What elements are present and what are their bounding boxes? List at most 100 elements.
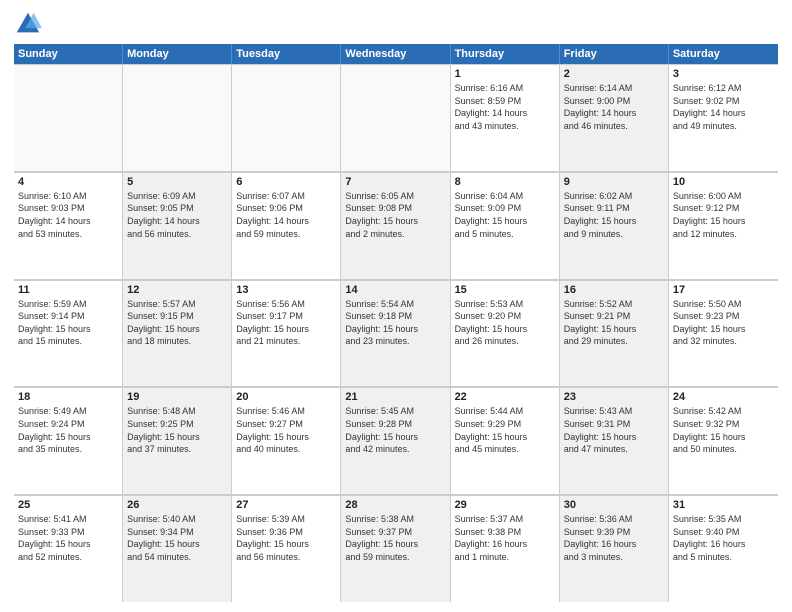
day-info: Sunrise: 5:36 AMSunset: 9:39 PMDaylight:… bbox=[564, 513, 664, 563]
day-cell-18: 18Sunrise: 5:49 AMSunset: 9:24 PMDayligh… bbox=[14, 387, 123, 494]
day-info: Sunrise: 6:07 AMSunset: 9:06 PMDaylight:… bbox=[236, 190, 336, 240]
day-info: Sunrise: 5:52 AMSunset: 9:21 PMDaylight:… bbox=[564, 298, 664, 348]
day-cell-17: 17 Sunrise: 5:50 AMSunset: 9:23 PMDayligh… bbox=[669, 280, 778, 387]
day-info: Sunrise: 5:39 AMSunset: 9:36 PMDaylight:… bbox=[236, 513, 336, 563]
calendar-body: 1Sunrise: 6:16 AMSunset: 8:59 PMDaylight… bbox=[14, 64, 778, 602]
day-number: 16 bbox=[564, 284, 664, 296]
empty-cell-w0d0 bbox=[14, 64, 123, 171]
day-cell-29: 29 Sunrise: 5:37 AMSunset: 9:38 PMDayligh… bbox=[451, 495, 560, 602]
weekday-header-friday: Friday bbox=[560, 44, 669, 64]
day-cell-22: 22 Sunrise: 5:44 AMSunset: 9:29 PMDayligh… bbox=[451, 387, 560, 494]
day-number: 12 bbox=[127, 284, 227, 296]
day-info: Sunrise: 5:43 AMSunset: 9:31 PMDaylight:… bbox=[564, 405, 664, 455]
day-cell-6: 6 Sunrise: 6:07 AMSunset: 9:06 PMDaylight… bbox=[232, 172, 341, 279]
day-info: Sunrise: 5:35 AMSunset: 9:40 PMDaylight:… bbox=[673, 513, 774, 563]
day-cell-20: 20Sunrise: 5:46 AMSunset: 9:27 PMDayligh… bbox=[232, 387, 341, 494]
day-info: Sunrise: 5:42 AMSunset: 9:32 PMDaylight:… bbox=[673, 405, 774, 455]
day-cell-2: 2Sunrise: 6:14 AMSunset: 9:00 PMDaylight… bbox=[560, 64, 669, 171]
day-number: 21 bbox=[345, 391, 445, 403]
day-info: Sunrise: 5:44 AMSunset: 9:29 PMDaylight:… bbox=[455, 405, 555, 455]
weekday-header-wednesday: Wednesday bbox=[341, 44, 450, 64]
day-cell-30: 30 Sunrise: 5:36 AMSunset: 9:39 PMDayligh… bbox=[560, 495, 669, 602]
day-number: 22 bbox=[455, 391, 555, 403]
day-info: Sunrise: 5:48 AMSunset: 9:25 PMDaylight:… bbox=[127, 405, 227, 455]
calendar-header: SundayMondayTuesdayWednesdayThursdayFrid… bbox=[14, 44, 778, 64]
day-info: Sunrise: 5:57 AMSunset: 9:15 PMDaylight:… bbox=[127, 298, 227, 348]
empty-cell-w0d3 bbox=[341, 64, 450, 171]
day-number: 26 bbox=[127, 499, 227, 511]
day-cell-11: 11Sunrise: 5:59 AMSunset: 9:14 PMDayligh… bbox=[14, 280, 123, 387]
day-number: 14 bbox=[345, 284, 445, 296]
day-cell-24: 24 Sunrise: 5:42 AMSunset: 9:32 PMDayligh… bbox=[669, 387, 778, 494]
calendar-week-4: 18Sunrise: 5:49 AMSunset: 9:24 PMDayligh… bbox=[14, 387, 778, 495]
day-info: Sunrise: 6:14 AMSunset: 9:00 PMDaylight:… bbox=[564, 82, 664, 132]
day-number: 9 bbox=[564, 176, 664, 188]
day-cell-12: 12 Sunrise: 5:57 AMSunset: 9:15 PMDayligh… bbox=[123, 280, 232, 387]
day-info: Sunrise: 5:40 AMSunset: 9:34 PMDaylight:… bbox=[127, 513, 227, 563]
day-number: 10 bbox=[673, 176, 774, 188]
day-cell-5: 5 Sunrise: 6:09 AMSunset: 9:05 PMDaylight… bbox=[123, 172, 232, 279]
day-cell-3: 3 Sunrise: 6:12 AMSunset: 9:02 PMDaylight… bbox=[669, 64, 778, 171]
day-number: 25 bbox=[18, 499, 118, 511]
day-info: Sunrise: 5:50 AMSunset: 9:23 PMDaylight:… bbox=[673, 298, 774, 348]
day-number: 11 bbox=[18, 284, 118, 296]
day-info: Sunrise: 5:54 AMSunset: 9:18 PMDaylight:… bbox=[345, 298, 445, 348]
day-number: 6 bbox=[236, 176, 336, 188]
calendar-week-5: 25 Sunrise: 5:41 AMSunset: 9:33 PMDayligh… bbox=[14, 495, 778, 602]
day-info: Sunrise: 6:12 AMSunset: 9:02 PMDaylight:… bbox=[673, 82, 774, 132]
day-cell-23: 23 Sunrise: 5:43 AMSunset: 9:31 PMDayligh… bbox=[560, 387, 669, 494]
day-cell-26: 26 Sunrise: 5:40 AMSunset: 9:34 PMDayligh… bbox=[123, 495, 232, 602]
day-cell-19: 19 Sunrise: 5:48 AMSunset: 9:25 PMDayligh… bbox=[123, 387, 232, 494]
day-cell-1: 1Sunrise: 6:16 AMSunset: 8:59 PMDaylight… bbox=[451, 64, 560, 171]
day-cell-13: 13 Sunrise: 5:56 AMSunset: 9:17 PMDayligh… bbox=[232, 280, 341, 387]
day-number: 8 bbox=[455, 176, 555, 188]
weekday-header-monday: Monday bbox=[123, 44, 232, 64]
weekday-header-sunday: Sunday bbox=[14, 44, 123, 64]
weekday-header-thursday: Thursday bbox=[451, 44, 560, 64]
calendar-week-2: 4Sunrise: 6:10 AMSunset: 9:03 PMDaylight… bbox=[14, 172, 778, 280]
day-info: Sunrise: 5:53 AMSunset: 9:20 PMDaylight:… bbox=[455, 298, 555, 348]
day-number: 3 bbox=[673, 68, 774, 80]
page: SundayMondayTuesdayWednesdayThursdayFrid… bbox=[0, 0, 792, 612]
day-info: Sunrise: 6:04 AMSunset: 9:09 PMDaylight:… bbox=[455, 190, 555, 240]
day-info: Sunrise: 6:00 AMSunset: 9:12 PMDaylight:… bbox=[673, 190, 774, 240]
day-cell-10: 10 Sunrise: 6:00 AMSunset: 9:12 PMDayligh… bbox=[669, 172, 778, 279]
day-number: 17 bbox=[673, 284, 774, 296]
day-cell-9: 9 Sunrise: 6:02 AMSunset: 9:11 PMDaylight… bbox=[560, 172, 669, 279]
weekday-header-saturday: Saturday bbox=[669, 44, 778, 64]
day-number: 23 bbox=[564, 391, 664, 403]
day-number: 24 bbox=[673, 391, 774, 403]
empty-cell-w0d1 bbox=[123, 64, 232, 171]
day-info: Sunrise: 6:09 AMSunset: 9:05 PMDaylight:… bbox=[127, 190, 227, 240]
day-info: Sunrise: 6:02 AMSunset: 9:11 PMDaylight:… bbox=[564, 190, 664, 240]
header bbox=[14, 10, 778, 38]
day-number: 28 bbox=[345, 499, 445, 511]
day-cell-27: 27 Sunrise: 5:39 AMSunset: 9:36 PMDayligh… bbox=[232, 495, 341, 602]
day-info: Sunrise: 5:45 AMSunset: 9:28 PMDaylight:… bbox=[345, 405, 445, 455]
logo bbox=[14, 10, 46, 38]
day-info: Sunrise: 5:46 AMSunset: 9:27 PMDaylight:… bbox=[236, 405, 336, 455]
day-number: 29 bbox=[455, 499, 555, 511]
day-number: 7 bbox=[345, 176, 445, 188]
day-number: 5 bbox=[127, 176, 227, 188]
calendar-week-1: 1Sunrise: 6:16 AMSunset: 8:59 PMDaylight… bbox=[14, 64, 778, 172]
day-number: 30 bbox=[564, 499, 664, 511]
day-cell-4: 4Sunrise: 6:10 AMSunset: 9:03 PMDaylight… bbox=[14, 172, 123, 279]
day-info: Sunrise: 5:49 AMSunset: 9:24 PMDaylight:… bbox=[18, 405, 118, 455]
day-cell-25: 25 Sunrise: 5:41 AMSunset: 9:33 PMDayligh… bbox=[14, 495, 123, 602]
logo-icon bbox=[14, 10, 42, 38]
calendar: SundayMondayTuesdayWednesdayThursdayFrid… bbox=[14, 44, 778, 602]
day-cell-16: 16 Sunrise: 5:52 AMSunset: 9:21 PMDayligh… bbox=[560, 280, 669, 387]
day-info: Sunrise: 5:56 AMSunset: 9:17 PMDaylight:… bbox=[236, 298, 336, 348]
weekday-header-tuesday: Tuesday bbox=[232, 44, 341, 64]
day-number: 13 bbox=[236, 284, 336, 296]
day-info: Sunrise: 6:16 AMSunset: 8:59 PMDaylight:… bbox=[455, 82, 555, 132]
day-cell-14: 14 Sunrise: 5:54 AMSunset: 9:18 PMDayligh… bbox=[341, 280, 450, 387]
day-info: Sunrise: 5:37 AMSunset: 9:38 PMDaylight:… bbox=[455, 513, 555, 563]
day-info: Sunrise: 6:10 AMSunset: 9:03 PMDaylight:… bbox=[18, 190, 118, 240]
day-number: 19 bbox=[127, 391, 227, 403]
empty-cell-w0d2 bbox=[232, 64, 341, 171]
day-number: 27 bbox=[236, 499, 336, 511]
day-info: Sunrise: 5:41 AMSunset: 9:33 PMDaylight:… bbox=[18, 513, 118, 563]
day-info: Sunrise: 5:38 AMSunset: 9:37 PMDaylight:… bbox=[345, 513, 445, 563]
